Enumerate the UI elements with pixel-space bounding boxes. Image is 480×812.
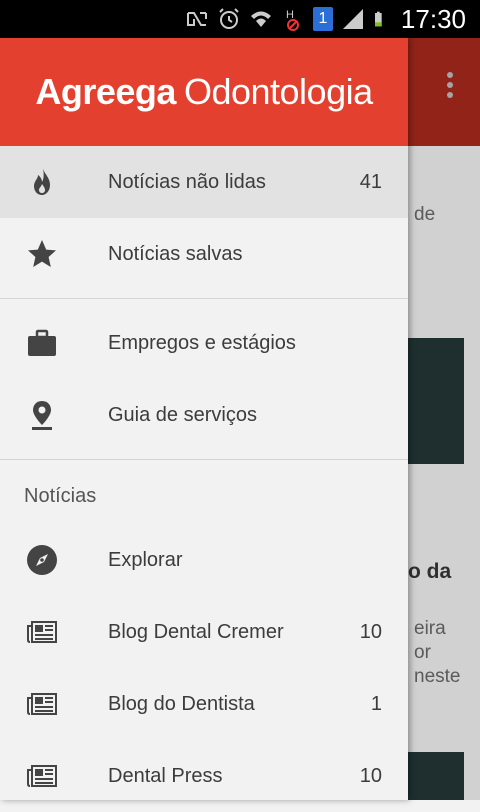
drawer-item-label: Explorar [108,548,183,571]
unread-count: 10 [359,620,382,643]
unread-count: 1 [370,692,382,715]
wifi-icon [250,11,271,27]
divider [0,298,408,299]
navigation-drawer: Agreega Odontologia Notícias não lidas 41… [0,38,408,800]
newspaper-icon [27,765,57,787]
status-bar: H 1 17:30 [0,0,480,38]
drawer-item-explore[interactable]: Explorar [0,524,408,596]
sim-1-icon: 1 [312,7,333,31]
drawer-item-label: Blog Dental Cremer [108,620,284,643]
drawer-header: Agreega Odontologia [0,38,408,146]
drawer-item-unread-news[interactable]: Notícias não lidas 41 [0,146,408,218]
unread-count: 41 [359,170,382,193]
clock: 17:30 [400,3,466,34]
brand-bold: Agreega [35,71,176,112]
drawer-item-label: Blog do Dentista [108,692,255,715]
drawer-item-blog-do-dentista[interactable]: Blog do Dentista 1 [0,668,408,740]
compass-icon [27,545,57,575]
location-pin-icon [32,401,52,430]
drawer-item-label: Guia de serviços [108,403,257,426]
drawer-item-label: Dental Press [108,764,223,787]
sim-number: 1 [318,10,328,27]
drawer-item-label: Empregos e estágios [108,331,296,354]
signal-icon [342,9,363,29]
divider [0,459,408,460]
battery-icon [374,11,382,27]
drawer-item-saved-news[interactable]: Notícias salvas [0,218,408,290]
newspaper-icon [27,621,57,643]
section-heading: Notícias [24,484,97,507]
drawer-item-services-guide[interactable]: Guia de serviços [0,379,408,451]
unread-count: 10 [359,764,382,787]
drawer-item-blog-dental-cremer[interactable]: Blog Dental Cremer 10 [0,596,408,668]
alarm-icon [219,8,239,29]
drawer-item-label: Notícias não lidas [108,170,266,193]
drawer-item-dental-press[interactable]: Dental Press 10 [0,740,408,812]
brand-light: Odontologia [183,71,373,112]
drawer-item-jobs[interactable]: Empregos e estágios [0,307,408,379]
nfc-icon [186,12,207,26]
app-logo: Agreega Odontologia [35,71,373,113]
hspa-icon: H [286,9,299,31]
briefcase-icon [28,329,56,356]
fire-icon [34,168,50,195]
star-icon [28,240,56,267]
newspaper-icon [27,693,57,715]
drawer-item-label: Notícias salvas [108,242,243,265]
